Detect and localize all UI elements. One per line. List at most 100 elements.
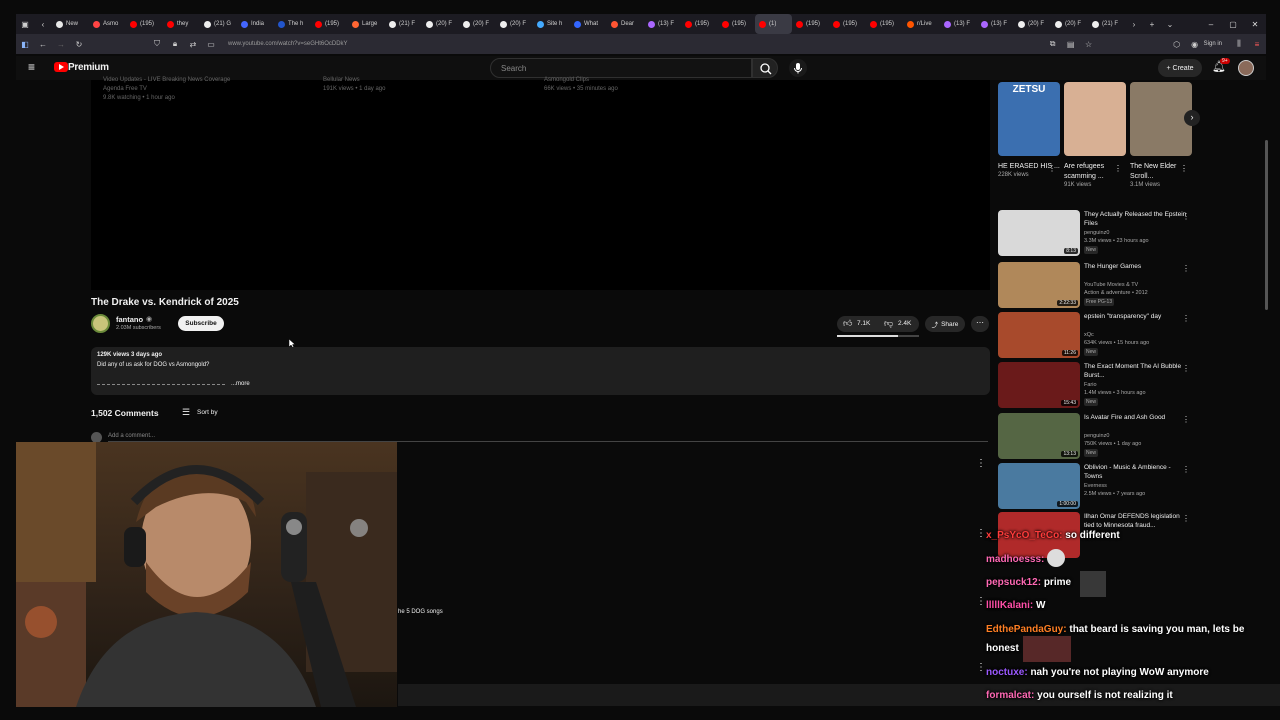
video-menu-icon[interactable]: ⋮: [1182, 514, 1190, 523]
add-comment-input[interactable]: Add a comment...: [108, 433, 988, 442]
video-thumbnail[interactable]: 15:43: [998, 362, 1080, 408]
browser-tab[interactable]: (195): [126, 14, 163, 34]
permissions-icon[interactable]: ⇄: [184, 40, 202, 49]
more-actions-button[interactable]: ⋯: [971, 316, 989, 332]
description-box[interactable]: 129K views 3 days ago Did any of us ask …: [91, 347, 990, 395]
comment-menu-icon[interactable]: ⋮: [976, 528, 986, 539]
browser-tab[interactable]: (21) G: [200, 14, 237, 34]
end-screen-video-2[interactable]: Bellular News 191K views • 1 day ago: [323, 76, 385, 94]
like-icon[interactable]: 👍︎: [843, 318, 852, 329]
video-menu-icon[interactable]: ⋮: [1182, 264, 1190, 273]
library-icon[interactable]: ⫼: [1230, 39, 1248, 49]
youtube-brand[interactable]: Premium: [68, 62, 109, 73]
browser-tab[interactable]: (20) F: [496, 14, 533, 34]
reader-icon[interactable]: ▤: [1062, 40, 1080, 49]
youtube-logo-icon[interactable]: [54, 62, 68, 72]
short-thumbnail[interactable]: [1064, 82, 1126, 156]
search-input[interactable]: Search: [490, 58, 752, 78]
recommended-video[interactable]: 13:13 Is Avatar Fire and Ash Good penguinz…: [998, 413, 1198, 461]
browser-tab[interactable]: The h: [274, 14, 311, 34]
sidebar-icon[interactable]: ◧: [16, 40, 34, 49]
short-card[interactable]: ZETSU HE ERASED HIS ... 228K views ⋮: [998, 82, 1060, 178]
browser-tab[interactable]: (20) F: [422, 14, 459, 34]
recommended-video[interactable]: 2:22:33 The Hunger Games YouTube Movies & …: [998, 262, 1198, 310]
sort-icon[interactable]: ☰: [182, 407, 190, 418]
tab-scroll-right-icon[interactable]: ›: [1125, 20, 1143, 29]
sort-by-button[interactable]: Sort by: [197, 409, 218, 416]
description-more-link[interactable]: ...more: [231, 381, 250, 387]
short-menu-icon[interactable]: ⋮: [1180, 164, 1188, 173]
channel-name[interactable]: penguinz0: [1084, 432, 1188, 440]
back-icon[interactable]: ←: [34, 40, 52, 49]
user-avatar[interactable]: [1238, 60, 1254, 76]
hamburger-menu-icon[interactable]: ≡: [28, 60, 35, 74]
page-scrollbar[interactable]: [1265, 140, 1268, 310]
video-title[interactable]: Ilhan Omar DEFENDS legislation tied to M…: [1084, 512, 1188, 530]
video-title[interactable]: epstein "transparency" day: [1084, 312, 1188, 321]
short-thumbnail[interactable]: [1130, 82, 1192, 156]
tab-scroll-left-icon[interactable]: ‹: [34, 20, 52, 29]
like-count[interactable]: 7.1K: [857, 320, 870, 327]
browser-tab[interactable]: (195): [829, 14, 866, 34]
video-menu-icon[interactable]: ⋮: [1182, 415, 1190, 424]
video-menu-icon[interactable]: ⋮: [1182, 212, 1190, 221]
video-title[interactable]: Is Avatar Fire and Ash Good: [1084, 413, 1188, 422]
short-card[interactable]: Are refugees scamming ... 91K views ⋮: [1064, 82, 1126, 188]
short-menu-icon[interactable]: ⋮: [1048, 164, 1056, 173]
short-card[interactable]: The New Elder Scroll... 3.1M views ⋮: [1130, 82, 1192, 188]
recommended-video[interactable]: 11:26 epstein "transparency" day xQc 634K v…: [998, 312, 1198, 360]
browser-tab[interactable]: (195): [681, 14, 718, 34]
share-button[interactable]: ⤴ Share: [925, 316, 965, 332]
video-menu-icon[interactable]: ⋮: [1182, 364, 1190, 373]
video-menu-icon[interactable]: ⋮: [1182, 465, 1190, 474]
short-thumbnail[interactable]: ZETSU: [998, 82, 1060, 156]
browser-tab[interactable]: What: [570, 14, 607, 34]
end-screen-video-1[interactable]: Video Updates - LIVE Breaking News Cover…: [103, 76, 230, 103]
sidebar-toggle-icon[interactable]: ▣: [16, 20, 34, 29]
translate-icon[interactable]: ⧉: [1044, 39, 1062, 49]
subscribe-button[interactable]: Subscribe: [178, 316, 224, 331]
recommended-video[interactable]: 8:13 They Actually Released the Epstein F…: [998, 210, 1198, 258]
search-button[interactable]: [752, 58, 778, 78]
end-screen-video-3[interactable]: Asmongold Clips 66K views • 35 minutes a…: [544, 76, 618, 94]
reload-icon[interactable]: ↻: [70, 40, 88, 49]
minimize-icon[interactable]: –: [1200, 20, 1222, 29]
recommended-video[interactable]: 1:00:00 Oblivion - Music & Ambience - Tow…: [998, 463, 1198, 511]
video-menu-icon[interactable]: ⋮: [1182, 314, 1190, 323]
browser-tab[interactable]: Site h: [533, 14, 570, 34]
browser-tab[interactable]: New: [52, 14, 89, 34]
dislike-count[interactable]: 2.4K: [898, 320, 911, 327]
url-field[interactable]: www.youtube.com/watch?v=seGHt6OcDDkY: [228, 41, 1044, 47]
bookmark-star-icon[interactable]: ☆: [1080, 40, 1098, 49]
browser-tab[interactable]: Large: [348, 14, 385, 34]
shield-icon[interactable]: ⛉: [148, 39, 166, 49]
browser-tab[interactable]: (21) F: [385, 14, 422, 34]
video-title[interactable]: They Actually Released the Epstein Files: [1084, 210, 1188, 228]
comment-menu-icon[interactable]: ⋮: [976, 458, 986, 469]
browser-tab[interactable]: (20) F: [459, 14, 496, 34]
video-player[interactable]: Video Updates - LIVE Breaking News Cover…: [91, 77, 990, 290]
browser-tab[interactable]: (20) F: [1014, 14, 1051, 34]
browser-tab[interactable]: (13) F: [940, 14, 977, 34]
new-tab-icon[interactable]: +: [1143, 20, 1161, 29]
extensions-icon[interactable]: ⬡: [1168, 40, 1186, 49]
browser-tab[interactable]: (21) F: [1088, 14, 1125, 34]
close-window-icon[interactable]: ✕: [1244, 20, 1266, 29]
browser-tab[interactable]: (195): [866, 14, 903, 34]
create-button[interactable]: + Create: [1158, 59, 1202, 77]
browser-tab[interactable]: (195): [718, 14, 755, 34]
channel-name[interactable]: fantano: [116, 315, 143, 324]
cast-icon[interactable]: ▭: [202, 40, 220, 49]
video-thumbnail[interactable]: 13:13: [998, 413, 1080, 459]
dislike-icon[interactable]: 👎︎: [884, 318, 893, 329]
browser-tab[interactable]: they: [163, 14, 200, 34]
video-thumbnail[interactable]: 2:22:33: [998, 262, 1080, 308]
browser-tab[interactable]: (13) F: [977, 14, 1014, 34]
shorts-next-icon[interactable]: ›: [1184, 110, 1200, 126]
browser-tab[interactable]: Asmo: [89, 14, 126, 34]
browser-tab[interactable]: r/Live: [903, 14, 940, 34]
comment-menu-icon[interactable]: ⋮: [976, 662, 986, 673]
channel-name[interactable]: xQc: [1084, 331, 1188, 339]
browser-tab[interactable]: (195): [792, 14, 829, 34]
account-icon[interactable]: ◉: [1186, 40, 1204, 49]
